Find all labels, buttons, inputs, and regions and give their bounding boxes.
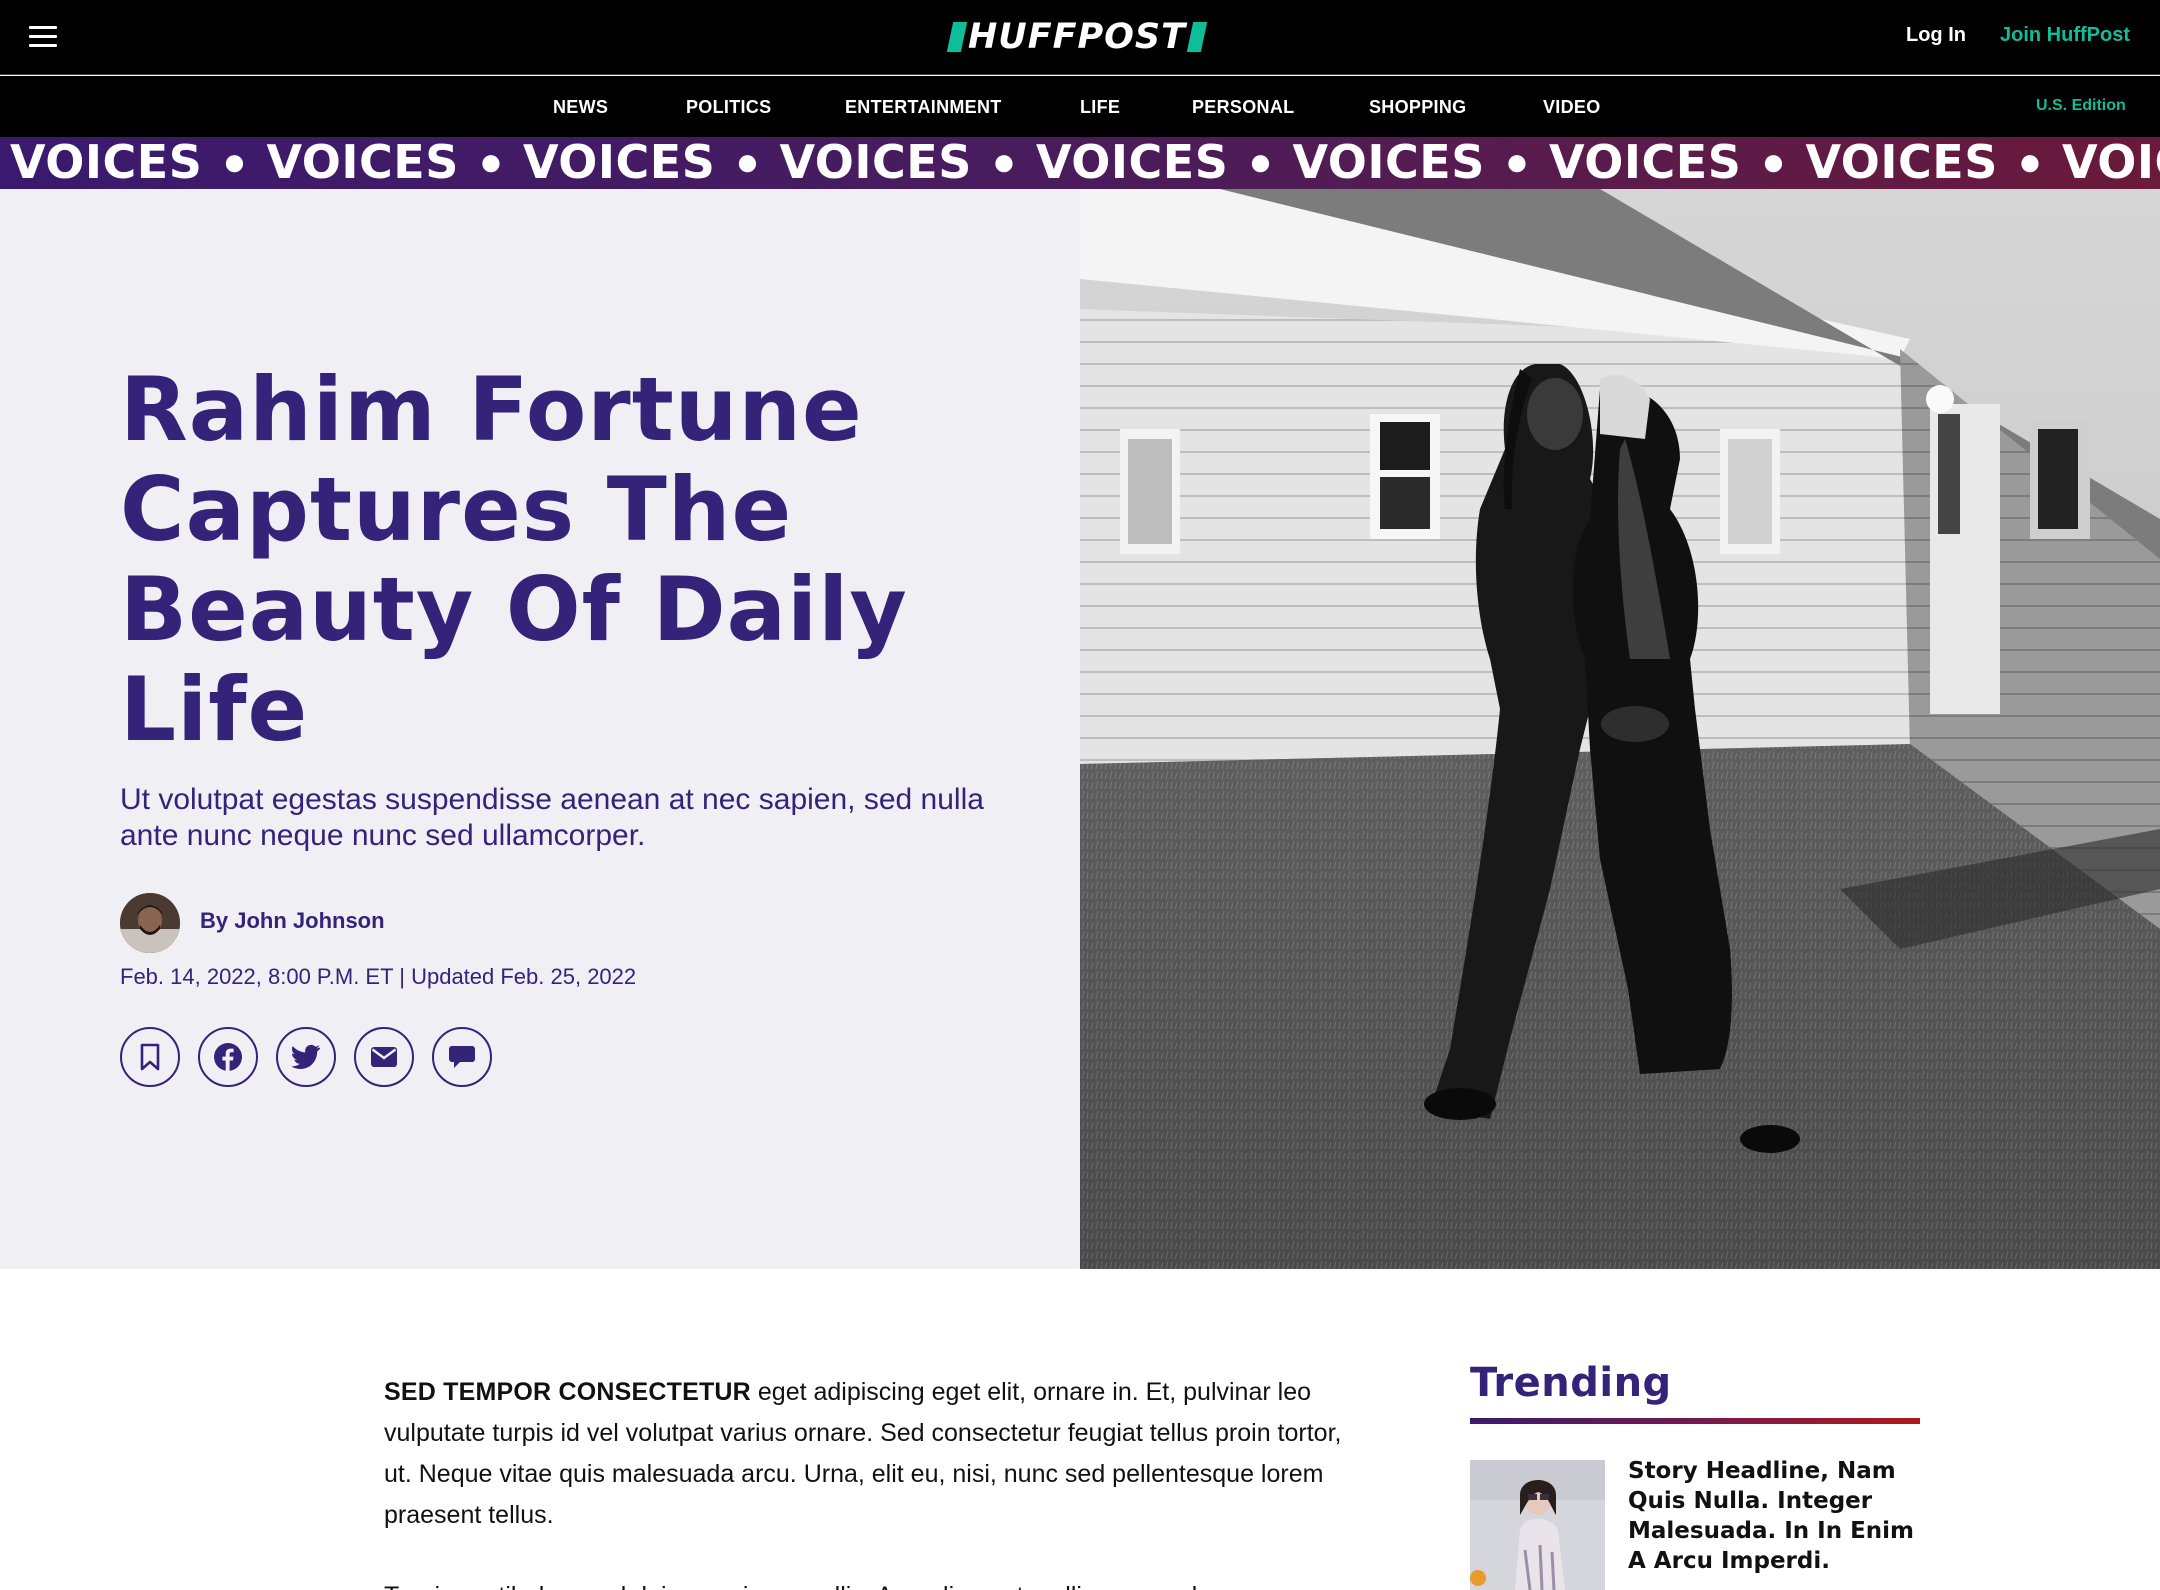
- nav-item-shopping[interactable]: SHOPPING: [1369, 97, 1466, 118]
- top-bar: HUFFPOST Log In Join HuffPost: [0, 0, 2160, 75]
- trending-story-thumbnail[interactable]: [1470, 1460, 1605, 1590]
- trending-divider: [1470, 1418, 1920, 1424]
- voices-ribbon-word: VOICES: [1805, 137, 1998, 189]
- nav-item-personal[interactable]: PERSONAL: [1192, 97, 1294, 118]
- logo-text: HUFFPOST: [968, 17, 1187, 57]
- ribbon-separator-dot: ●: [1761, 140, 1786, 184]
- voices-ribbon-word: VOICES: [10, 137, 203, 189]
- author-avatar[interactable]: [120, 893, 180, 953]
- section-nav: NEWS POLITICS ENTERTAINMENT LIFE PERSONA…: [0, 76, 2160, 137]
- comment-icon: [449, 1046, 475, 1068]
- article-headline: Rahim Fortune Captures The Beauty Of Dai…: [120, 358, 908, 761]
- bookmark-icon: [140, 1043, 160, 1071]
- email-icon: [371, 1047, 397, 1067]
- facebook-icon: [214, 1043, 242, 1071]
- article-dateline: Feb. 14, 2022, 8:00 P.M. ET | Updated Fe…: [120, 964, 637, 989]
- article-subhead: Ut volutpat egestas suspendisse aenean a…: [120, 783, 984, 852]
- ribbon-separator-dot: ●: [478, 140, 503, 184]
- ribbon-separator-dot: ●: [991, 140, 1016, 184]
- nav-item-video[interactable]: VIDEO: [1543, 97, 1601, 118]
- comments-button[interactable]: [432, 1027, 492, 1087]
- trending-title: Trending: [1470, 1360, 1672, 1406]
- login-link[interactable]: Log In: [1906, 24, 1966, 47]
- author-byline[interactable]: By John Johnson: [200, 908, 385, 934]
- voices-ribbon-word: VOICES: [779, 137, 972, 189]
- join-huffpost-link[interactable]: Join HuffPost: [2000, 24, 2130, 47]
- menu-icon[interactable]: [29, 26, 57, 48]
- voices-ribbon-word: VOICES: [523, 137, 716, 189]
- voices-ribbon-word: VOICES: [266, 137, 459, 189]
- logo-bar-right: [1186, 22, 1208, 52]
- ribbon-separator-dot: ●: [1504, 140, 1529, 184]
- nav-item-life[interactable]: LIFE: [1080, 97, 1120, 118]
- voices-ribbon[interactable]: VOICES ● VOICES ● VOICES ● VOICES ● VOICES ● VOICE…: [0, 137, 2160, 189]
- ribbon-separator-dot: ●: [222, 140, 247, 184]
- nav-item-news[interactable]: NEWS: [553, 97, 608, 118]
- share-twitter-button[interactable]: [276, 1027, 336, 1087]
- edition-selector[interactable]: U.S. Edition: [2036, 97, 2126, 115]
- share-email-button[interactable]: [354, 1027, 414, 1087]
- voices-ribbon-track: VOICES ● VOICES ● VOICES ● VOICES ● VOICES ● VOICE…: [10, 137, 2160, 189]
- hero-photo: [1080, 189, 2160, 1269]
- twitter-icon: [291, 1044, 320, 1069]
- share-facebook-button[interactable]: [198, 1027, 258, 1087]
- nav-item-entertainment[interactable]: ENTERTAINMENT: [845, 97, 1002, 118]
- article-body: SED TEMPOR CONSECTETUR eget adipiscing e…: [384, 1372, 1344, 1590]
- ribbon-separator-dot: ●: [1248, 140, 1273, 184]
- article-lead-in: SED TEMPOR CONSECTETUR: [384, 1378, 751, 1406]
- article-paragraph: SED TEMPOR CONSECTETUR eget adipiscing e…: [384, 1372, 1344, 1536]
- huffpost-logo[interactable]: HUFFPOST: [946, 17, 1208, 57]
- voices-ribbon-word: VOICES: [1292, 137, 1485, 189]
- voices-ribbon-word: VOICES: [1036, 137, 1229, 189]
- nav-item-politics[interactable]: POLITICS: [686, 97, 771, 118]
- logo-bar-left: [946, 22, 968, 52]
- trending-story-headline[interactable]: Story Headline, Nam Quis Nulla. Integer …: [1628, 1456, 1928, 1576]
- voices-ribbon-word: VOICES: [2062, 137, 2160, 189]
- ribbon-separator-dot: ●: [2017, 140, 2042, 184]
- article-paragraph: Turpis vestibulum sed duis mauris conval…: [384, 1576, 1344, 1590]
- bookmark-button[interactable]: [120, 1027, 180, 1087]
- ribbon-separator-dot: ●: [735, 140, 760, 184]
- voices-ribbon-word: VOICES: [1549, 137, 1742, 189]
